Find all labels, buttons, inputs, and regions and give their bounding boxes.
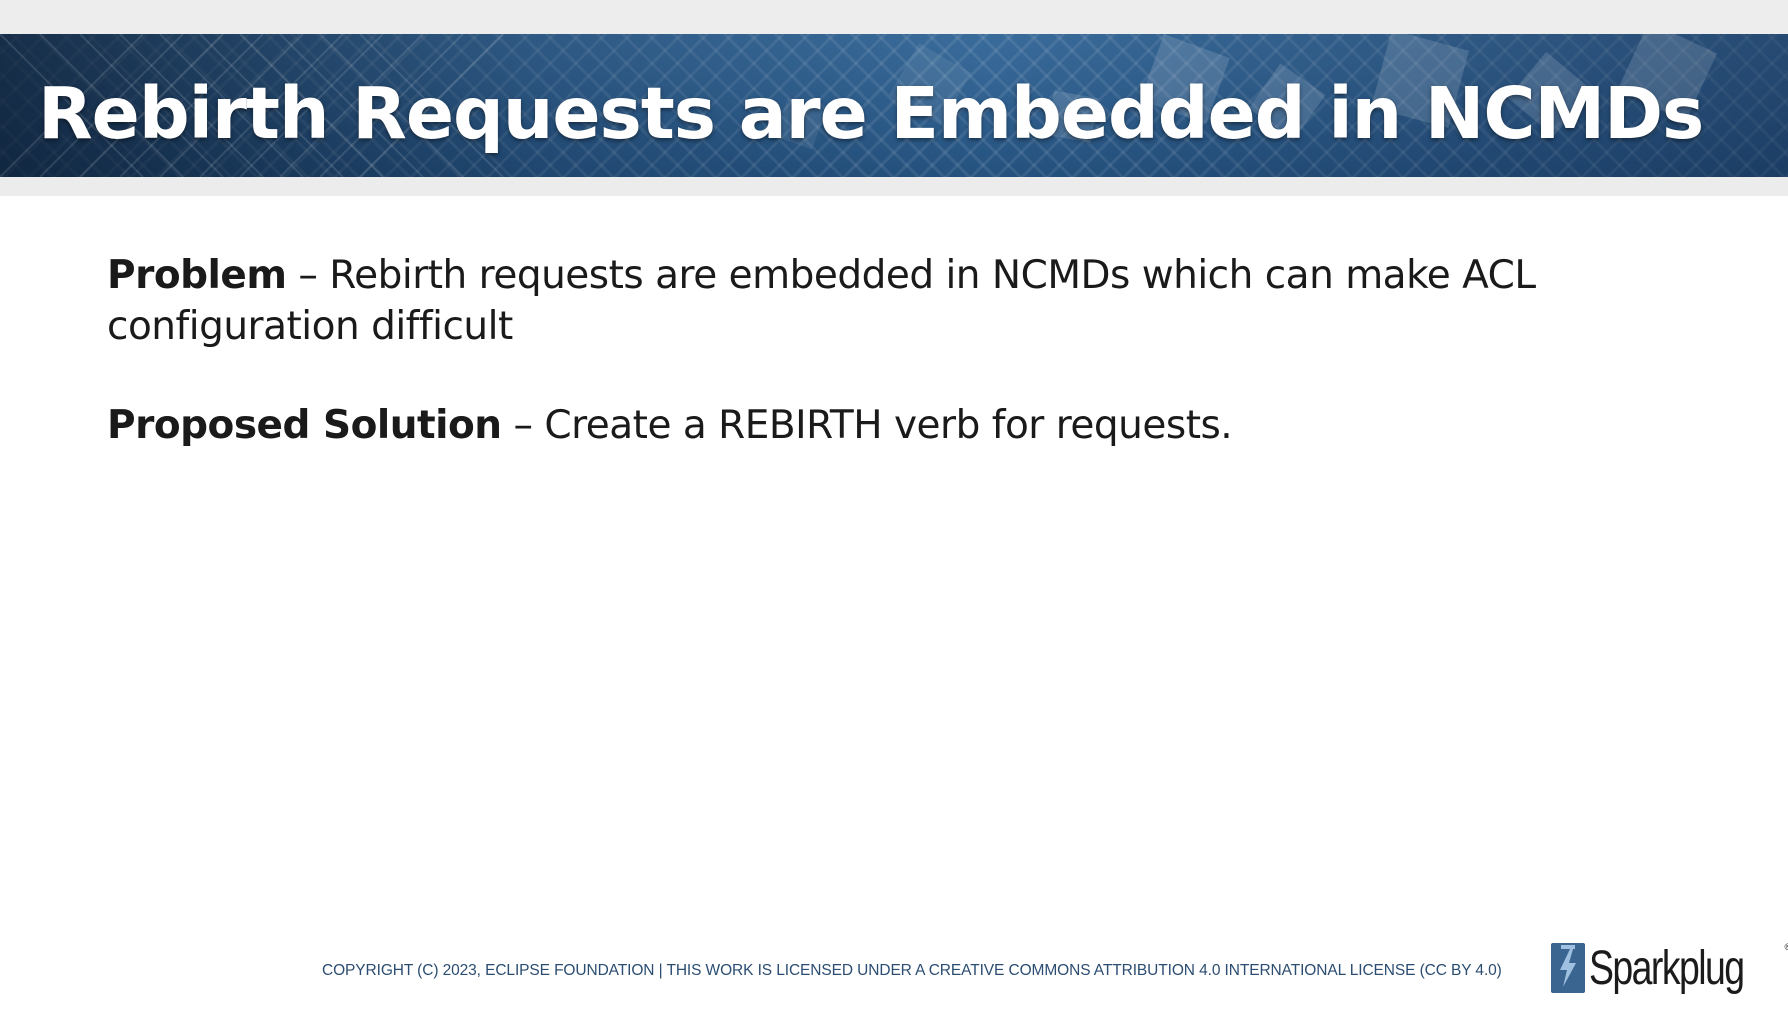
problem-paragraph: Problem – Rebirth requests are embedded … (107, 250, 1547, 352)
problem-label: Problem (107, 253, 287, 298)
top-strip (0, 0, 1788, 34)
logo-text: Sparkplug (1589, 941, 1745, 995)
solution-paragraph: Proposed Solution – Create a REBIRTH ver… (107, 400, 1547, 451)
solution-text: – Create a REBIRTH verb for requests. (501, 403, 1233, 448)
sparkplug-logo: Sparkplug ® (1551, 940, 1788, 996)
banner-bottom-strip (0, 177, 1788, 196)
solution-label: Proposed Solution (107, 403, 502, 448)
footer-copyright: COPYRIGHT (C) 2023, ECLIPSE FOUNDATION |… (322, 962, 1502, 979)
slide: Rebirth Requests are Embedded in NCMDs P… (0, 0, 1788, 1010)
problem-text: – Rebirth requests are embedded in NCMDs… (107, 253, 1536, 349)
slide-body: Problem – Rebirth requests are embedded … (107, 250, 1547, 499)
slide-title: Rebirth Requests are Embedded in NCMDs (38, 72, 1704, 155)
logo-trademark: ® (1784, 942, 1788, 952)
sparkplug-logo-icon (1551, 943, 1585, 993)
